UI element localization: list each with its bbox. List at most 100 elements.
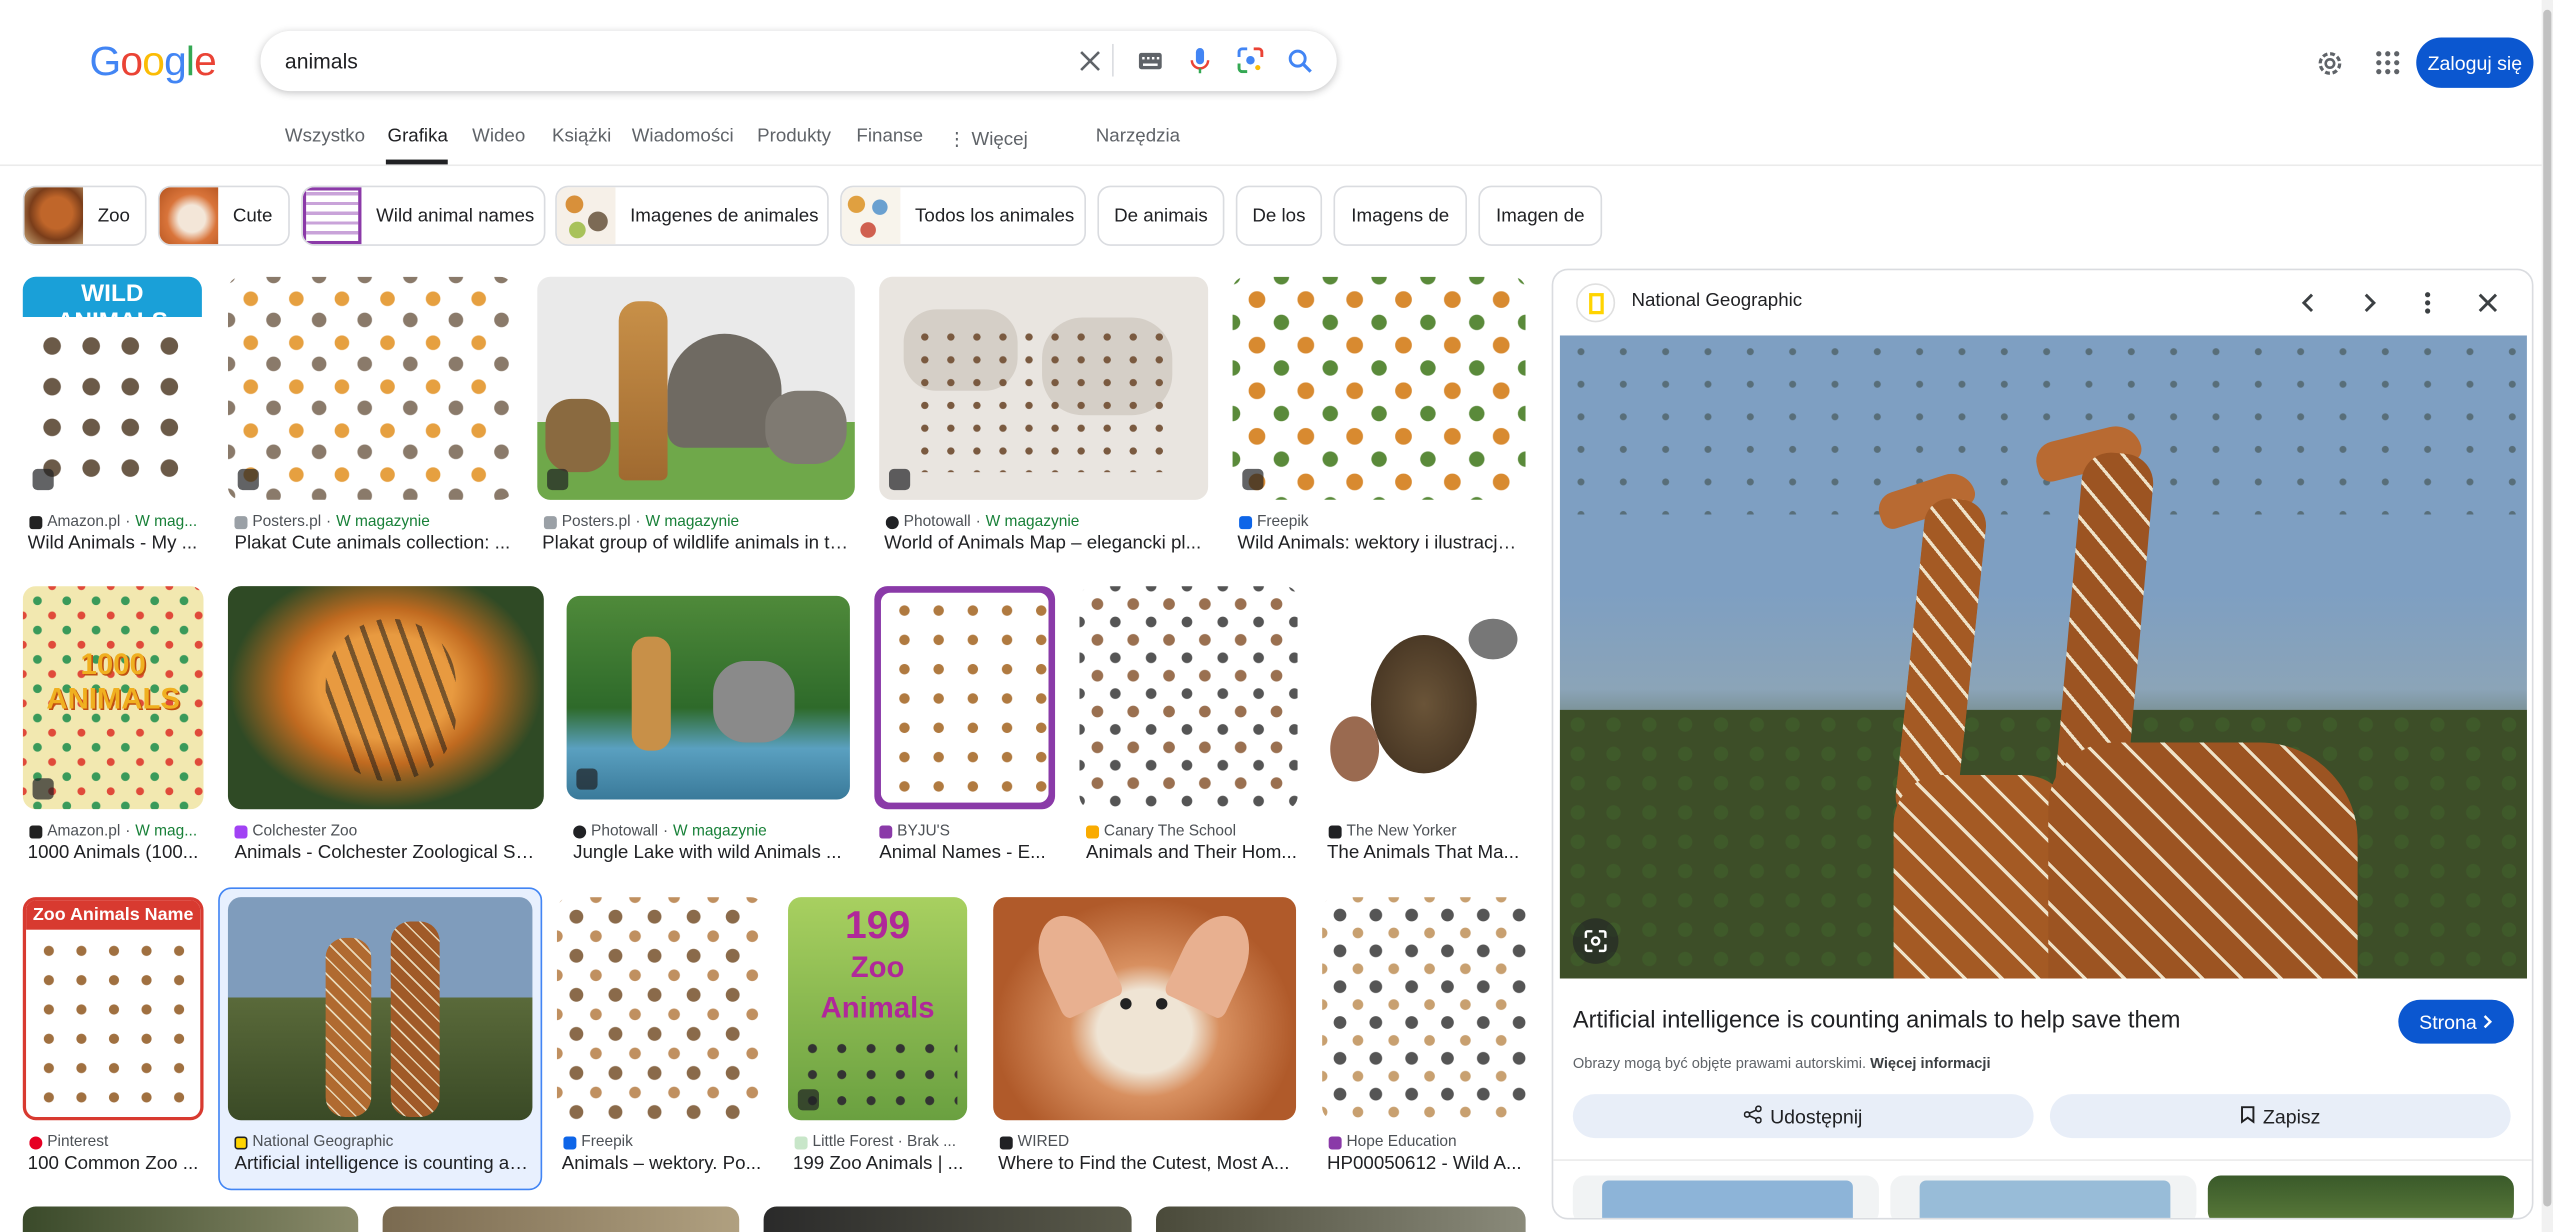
result-title: Plakat Cute animals collection: ... xyxy=(234,534,511,554)
result-title: Artificial intelligence is counting an..… xyxy=(234,1154,533,1174)
google-logo[interactable]: Google xyxy=(90,39,217,85)
product-tag-icon xyxy=(547,468,569,491)
copyright-notice: Obrazy mogą być objęte prawami autorskim… xyxy=(1572,1055,1991,1072)
tab-all[interactable]: Wszystko xyxy=(285,127,365,147)
apps-icon[interactable] xyxy=(2376,50,2400,83)
preview-image[interactable] xyxy=(1559,335,2527,979)
result-image xyxy=(1322,897,1526,1121)
result-title: Animals and Their Hom... xyxy=(1086,843,1297,863)
result-source: Amazon.pl · W mag... xyxy=(29,513,208,531)
chip-thumbnail xyxy=(24,187,84,245)
lens-search-icon[interactable] xyxy=(1572,918,1619,964)
image-result-partial[interactable] xyxy=(763,1206,1132,1232)
previous-icon[interactable] xyxy=(2292,287,2325,320)
result-title: Jungle Lake with wild Animals ... xyxy=(573,843,842,863)
result-source: Hope Education xyxy=(1328,1133,1533,1151)
chip-imagens-de[interactable]: Imagens de xyxy=(1333,185,1467,246)
chip-thumbnail xyxy=(841,187,901,245)
chip-wild-animal-names[interactable]: Wild animal names xyxy=(301,185,546,246)
product-tag-icon xyxy=(576,768,598,790)
search-box xyxy=(260,30,1337,92)
image-result-partial[interactable] xyxy=(1156,1206,1526,1232)
result-source: Colchester Zoo xyxy=(234,822,543,840)
chip-zoo[interactable]: Zoo xyxy=(22,185,147,246)
image-preview-panel: National Geographic Artificial intellige… xyxy=(1551,268,2534,1220)
result-image xyxy=(227,897,533,1121)
clear-icon[interactable] xyxy=(1076,47,1102,73)
result-image xyxy=(1232,276,1526,500)
result-title: World of Animals Map – elegancki pl... xyxy=(884,534,1202,554)
tab-tools[interactable]: Narzędzia xyxy=(1096,127,1180,147)
image-result-partial[interactable] xyxy=(22,1206,359,1232)
result-image xyxy=(227,276,513,500)
image-result-partial[interactable] xyxy=(382,1206,740,1232)
sign-in-button[interactable]: Zaloguj się xyxy=(2416,37,2534,88)
save-button[interactable]: Zapisz xyxy=(2049,1094,2511,1139)
chip-cute[interactable]: Cute xyxy=(157,185,290,246)
panel-divider xyxy=(1553,1159,2532,1161)
chip-de-los[interactable]: De los xyxy=(1235,185,1323,246)
result-image xyxy=(556,897,764,1121)
chip-imagen-de[interactable]: Imagen de xyxy=(1478,185,1603,246)
result-image: WILD ANIMALS xyxy=(22,276,202,500)
close-icon[interactable] xyxy=(2472,287,2505,320)
chevron-right-icon xyxy=(2483,1010,2493,1033)
related-image[interactable] xyxy=(2207,1175,2514,1218)
result-image: 1000 ANIMALS xyxy=(22,586,204,810)
scrollbar-thumb[interactable] xyxy=(2543,9,2552,1207)
result-title: Wild Animals: wektory i ilustracje... xyxy=(1237,534,1523,554)
tab-books[interactable]: Książki xyxy=(552,127,611,147)
product-tag-icon xyxy=(32,468,54,491)
related-image[interactable] xyxy=(1572,1175,1879,1218)
result-source: Photowall · W magazynie xyxy=(885,513,1212,531)
visit-button[interactable]: Strona xyxy=(2398,999,2514,1044)
result-source: Posters.pl · W magazynie xyxy=(234,513,519,531)
result-image xyxy=(227,586,544,810)
related-image[interactable] xyxy=(1890,1175,2197,1218)
result-source: Freepik xyxy=(563,1133,775,1151)
tab-more[interactable]: ⋮ Więcej xyxy=(948,127,1028,150)
tab-finance[interactable]: Finanse xyxy=(856,127,923,147)
result-image xyxy=(566,595,850,800)
image-icon xyxy=(1242,468,1264,491)
share-button[interactable]: Udostępnij xyxy=(1572,1094,2034,1139)
result-title: The Animals That Ma... xyxy=(1326,843,1520,863)
search-icon[interactable] xyxy=(1286,47,1312,73)
result-title: Animals - Colchester Zoological So... xyxy=(234,843,541,863)
voice-search-icon[interactable] xyxy=(1187,47,1213,73)
preview-source[interactable]: National Geographic xyxy=(1631,291,1802,311)
result-source: Canary The School xyxy=(1086,822,1314,840)
result-source: Amazon.pl · W mag... xyxy=(29,822,208,840)
result-source: National Geographic xyxy=(234,1133,535,1151)
result-image: 199 Zoo Animals xyxy=(788,897,968,1121)
result-source: Pinterest xyxy=(29,1133,208,1151)
tab-news[interactable]: Wiadomości xyxy=(632,127,734,147)
source-favicon xyxy=(1576,283,1616,323)
result-source: Posters.pl · W magazynie xyxy=(543,513,861,531)
search-input[interactable] xyxy=(284,43,1067,77)
lens-icon[interactable] xyxy=(1237,47,1264,74)
result-source: Little Forest · Brak ... xyxy=(794,1133,974,1151)
preview-title[interactable]: Artificial intelligence is counting anim… xyxy=(1573,1008,2181,1034)
more-vert-icon: ⋮ xyxy=(947,130,972,150)
result-image xyxy=(879,276,1209,500)
result-source: The New Yorker xyxy=(1328,822,1533,840)
result-title: HP00050612 - Wild A... xyxy=(1326,1154,1522,1174)
tab-videos[interactable]: Wideo xyxy=(472,127,525,147)
chip-de-animais[interactable]: De animais xyxy=(1097,185,1225,246)
more-info-link[interactable]: Więcej informacji xyxy=(1870,1055,1990,1071)
settings-icon[interactable] xyxy=(2315,49,2344,86)
keyboard-icon[interactable] xyxy=(1136,47,1162,73)
chip-todos-los-animales[interactable]: Todos los animales xyxy=(840,185,1087,246)
share-icon xyxy=(1743,1104,1763,1128)
product-tag-icon xyxy=(32,778,54,800)
tab-shopping[interactable]: Produkty xyxy=(757,127,831,147)
result-source: WIRED xyxy=(999,1133,1301,1151)
tab-images[interactable]: Grafika xyxy=(388,127,448,147)
next-icon[interactable] xyxy=(2353,287,2386,320)
chip-imagenes-de-animales[interactable]: Imagenes de animales xyxy=(555,185,829,246)
result-title: 1000 Animals (100... xyxy=(27,843,199,863)
page-scrollbar[interactable] xyxy=(2541,0,2553,1232)
more-options-icon[interactable] xyxy=(2411,287,2444,320)
result-title: Animals – wektory. Po... xyxy=(561,1154,762,1174)
